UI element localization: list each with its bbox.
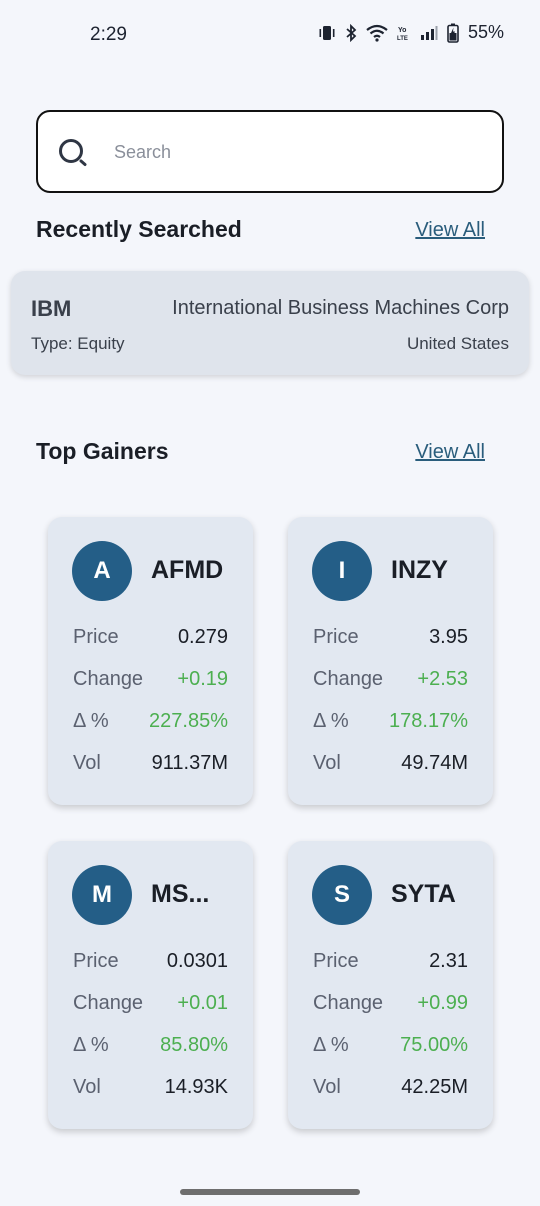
top-gainers-title: Top Gainers	[36, 438, 169, 464]
gainers-view-all-link[interactable]: View All	[415, 441, 485, 464]
recent-country: United States	[406, 334, 509, 353]
gainer-card[interactable]: M MS... Price 0.0301 Change +0.01 Δ % 85…	[48, 841, 253, 1129]
ticker-symbol: INZY	[391, 556, 448, 584]
percent-label: Δ %	[313, 1034, 349, 1056]
svg-text:Yo: Yo	[398, 27, 406, 34]
volume-value: 49.74M	[401, 752, 468, 774]
percent-value: 178.17%	[389, 710, 468, 732]
volume-value: 14.93K	[164, 1076, 228, 1098]
percent-label: Δ %	[73, 710, 109, 732]
price-label: Price	[73, 626, 119, 648]
home-indicator[interactable]	[180, 1189, 360, 1195]
volume-label: Vol	[313, 1076, 341, 1098]
battery-percentage: 55%	[467, 22, 504, 42]
change-value: +0.19	[177, 668, 228, 690]
change-label: Change	[73, 992, 144, 1014]
status-bar: 2:29 Yo LTE 55%	[0, 0, 540, 70]
price-value: 2.31	[429, 950, 468, 972]
ticker-symbol: SYTA	[391, 880, 456, 908]
vibrate-icon	[318, 24, 336, 42]
volume-label: Vol	[313, 752, 341, 774]
price-value: 0.279	[177, 626, 228, 648]
recently-searched-title: Recently Searched	[36, 216, 242, 242]
change-value: +2.53	[417, 668, 468, 690]
percent-label: Δ %	[73, 1034, 109, 1056]
volume-label: Vol	[73, 1076, 101, 1098]
percent-label: Δ %	[313, 710, 349, 732]
ticker-avatar: A	[72, 541, 132, 601]
gainer-card[interactable]: A AFMD Price 0.279 Change +0.19 Δ % 227.…	[48, 517, 253, 805]
ticker-avatar: S	[312, 865, 372, 925]
percent-value: 75.00%	[400, 1034, 468, 1056]
recent-search-item[interactable]: IBM International Business Machines Corp…	[11, 271, 529, 375]
percent-value: 85.80%	[160, 1034, 228, 1056]
ticker-avatar: M	[72, 865, 132, 925]
price-label: Price	[313, 626, 359, 648]
ticker-symbol: AFMD	[151, 556, 224, 584]
status-time: 2:29	[90, 24, 127, 45]
app-screen: 2:29 Yo LTE 55% Search Recently Searched…	[0, 0, 540, 1206]
gainer-card[interactable]: S SYTA Price 2.31 Change +0.99 Δ % 75.00…	[288, 841, 493, 1129]
battery-icon	[447, 23, 459, 43]
price-label: Price	[73, 950, 119, 972]
ticker-avatar: I	[312, 541, 372, 601]
percent-value: 227.85%	[149, 710, 228, 732]
change-label: Change	[73, 668, 144, 690]
bluetooth-icon	[345, 23, 357, 42]
ticker-symbol: MS...	[151, 880, 210, 908]
price-value: 3.95	[429, 626, 468, 648]
price-label: Price	[313, 950, 359, 972]
change-label: Change	[313, 992, 384, 1014]
search-icon	[58, 137, 90, 174]
price-value: 0.0301	[166, 950, 228, 972]
recent-type: Type: Equity	[31, 334, 125, 353]
change-value: +0.99	[417, 992, 468, 1014]
recent-symbol: IBM	[31, 296, 72, 321]
signal-icon	[420, 25, 438, 41]
change-value: +0.01	[177, 992, 228, 1014]
gainer-card[interactable]: I INZY Price 3.95 Change +2.53 Δ % 178.1…	[288, 517, 493, 805]
recent-company-name: International Business Machines Corp	[172, 297, 509, 319]
wifi-icon	[366, 24, 388, 42]
volume-value: 42.25M	[401, 1076, 468, 1098]
recent-view-all-link[interactable]: View All	[415, 219, 485, 242]
volume-label: Vol	[73, 752, 101, 774]
change-label: Change	[313, 668, 384, 690]
svg-text:LTE: LTE	[397, 36, 408, 42]
search-bar[interactable]	[36, 110, 504, 193]
volume-value: 911.37M	[151, 752, 228, 774]
status-icons: Yo LTE 55%	[318, 22, 504, 43]
search-input[interactable]	[114, 134, 484, 170]
volte-icon: Yo LTE	[397, 24, 411, 42]
